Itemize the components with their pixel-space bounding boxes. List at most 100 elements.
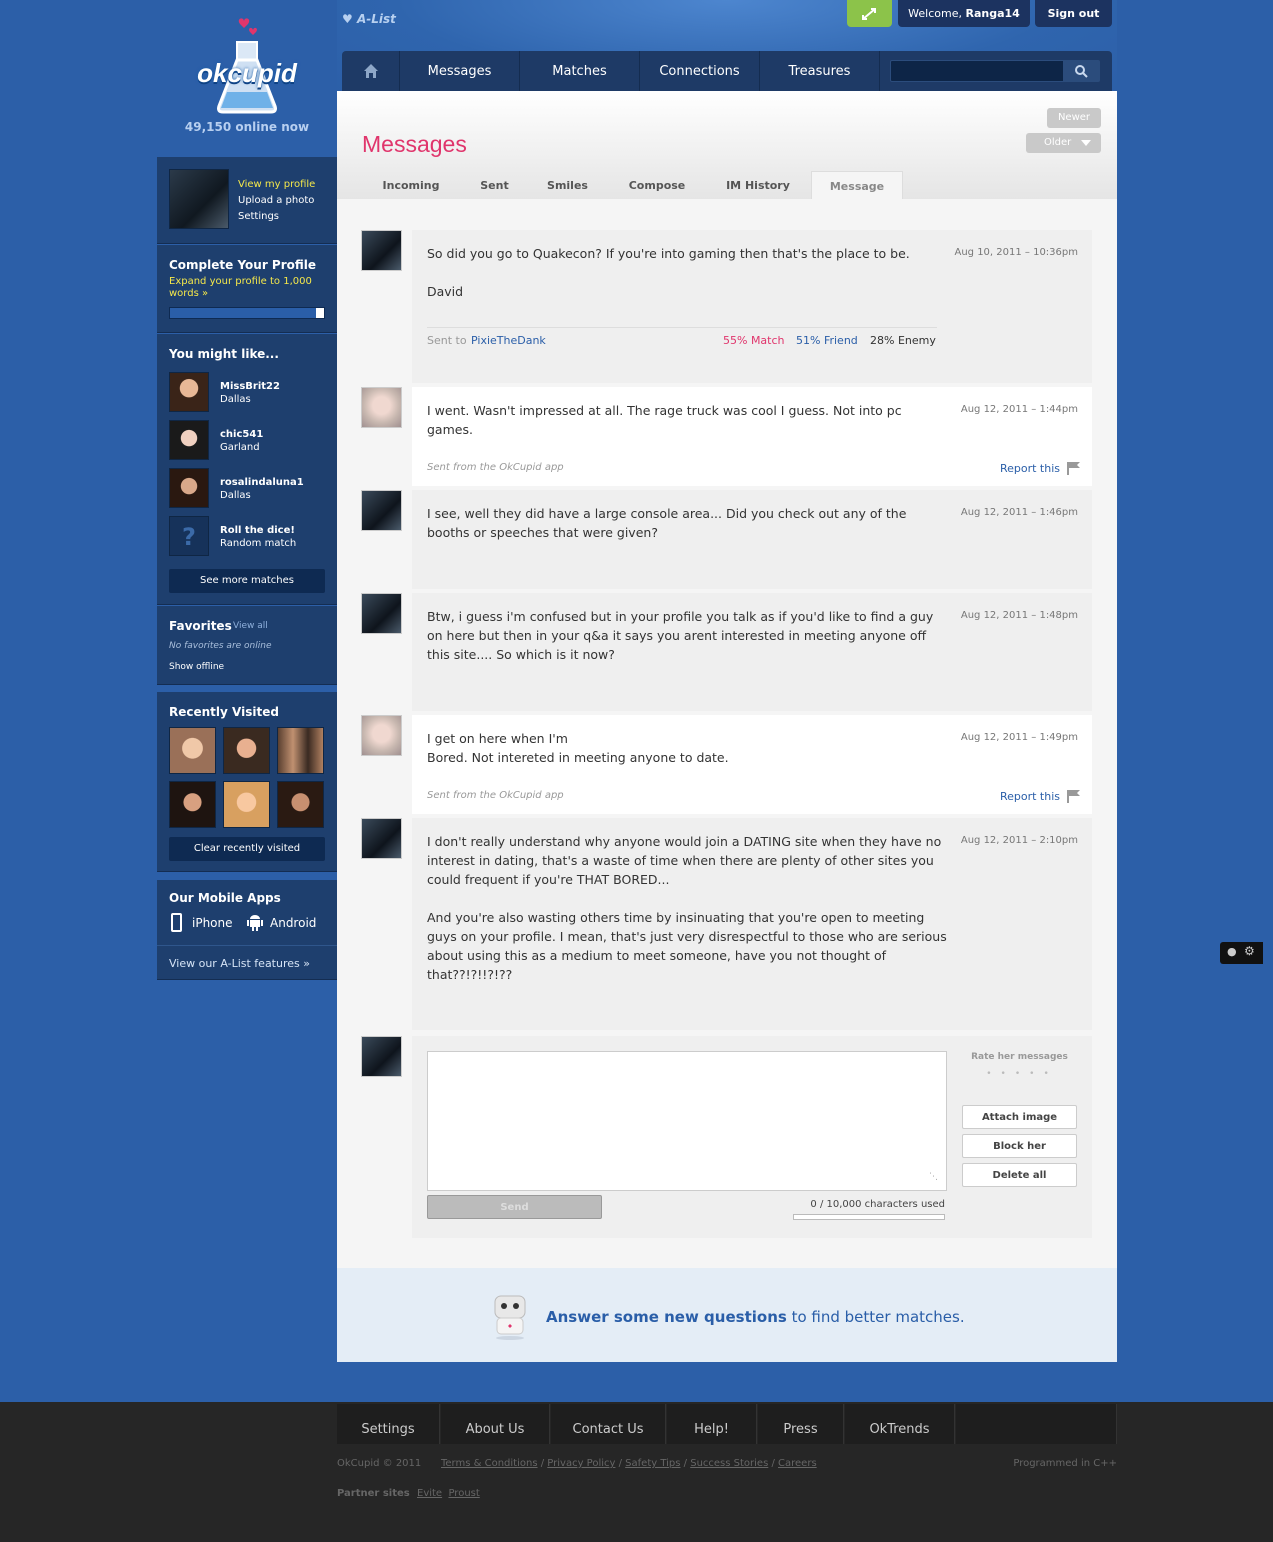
programmed-in: Programmed in C++ — [1013, 1458, 1117, 1469]
sender-avatar[interactable] — [361, 593, 402, 634]
footer-settings[interactable]: Settings — [337, 1404, 440, 1444]
sender-avatar[interactable] — [361, 230, 402, 271]
tab-im-history[interactable]: IM History — [712, 171, 804, 199]
rating-stars[interactable]: ••••• — [982, 1069, 1062, 1079]
search-input[interactable] — [890, 60, 1100, 82]
evite-link[interactable]: Evite — [417, 1488, 442, 1499]
older-button[interactable]: Older — [1026, 133, 1101, 153]
chat-icon[interactable]: ● — [1227, 945, 1237, 958]
tab-incoming[interactable]: Incoming — [370, 171, 452, 199]
gear-icon[interactable]: ⚙ — [1244, 944, 1255, 958]
match-name[interactable]: chic541 — [220, 429, 263, 440]
robot-mascot-icon — [487, 1290, 533, 1340]
send-button[interactable]: Send — [427, 1195, 602, 1219]
match-city: Garland — [220, 442, 260, 453]
nav-messages[interactable]: Messages — [400, 51, 520, 91]
promo-text[interactable]: Answer some new questions to find better… — [546, 1308, 965, 1326]
search-icon[interactable] — [1063, 61, 1099, 81]
sign-out-button[interactable]: Sign out — [1035, 0, 1112, 27]
promo-rest: to find better matches. — [791, 1308, 965, 1326]
flag-icon[interactable] — [1066, 461, 1082, 475]
recent-avatar[interactable] — [169, 781, 216, 828]
message-item: I went. Wasn't impressed at all. The rag… — [412, 387, 1092, 486]
recent-avatar[interactable] — [277, 781, 324, 828]
recent-avatar[interactable] — [169, 727, 216, 774]
username[interactable]: Ranga14 — [965, 7, 1019, 20]
see-more-matches-button[interactable]: See more matches — [169, 569, 325, 593]
careers-link[interactable]: Careers — [778, 1458, 817, 1469]
expand-profile-link[interactable]: Expand your profile to 1,000 words » — [169, 276, 325, 300]
match-name[interactable]: MissBrit22 — [220, 381, 280, 392]
sender-avatar[interactable] — [361, 818, 402, 859]
settings-link[interactable]: Settings — [238, 211, 279, 222]
recent-avatar[interactable] — [277, 727, 324, 774]
tab-compose[interactable]: Compose — [614, 171, 700, 199]
message-date: Aug 12, 2011 – 1:48pm — [960, 610, 1078, 621]
terms-link[interactable]: Terms & Conditions — [441, 1458, 538, 1469]
nav-treasures[interactable]: Treasures — [760, 51, 880, 91]
recent-avatar[interactable] — [223, 781, 270, 828]
roll-dice-link[interactable]: Roll the dice! — [220, 525, 295, 536]
nav-connections[interactable]: Connections — [640, 51, 760, 91]
match-avatar[interactable] — [169, 420, 209, 460]
newer-button[interactable]: Newer — [1047, 108, 1101, 128]
alist-link[interactable]: ♥ A-List — [342, 12, 396, 26]
nav-matches[interactable]: Matches — [520, 51, 640, 91]
recently-visited-title: Recently Visited — [169, 705, 279, 719]
recipient-avatar[interactable] — [361, 715, 402, 756]
app-sent-note: Sent from the OkCupid app — [427, 790, 564, 801]
mobile-apps-panel: Our Mobile Apps iPhone Android View our … — [157, 880, 337, 980]
iphone-icon[interactable] — [171, 913, 182, 932]
view-profile-link[interactable]: View my profile — [238, 179, 315, 190]
match-name[interactable]: rosalindaluna1 — [220, 477, 304, 488]
recent-avatar[interactable] — [223, 727, 270, 774]
report-link[interactable]: Report this — [1000, 462, 1060, 475]
flag-icon[interactable] — [1066, 789, 1082, 803]
clear-recently-visited-button[interactable]: Clear recently visited — [169, 837, 325, 861]
match-avatar[interactable] — [169, 372, 209, 412]
upload-photo-link[interactable]: Upload a photo — [238, 195, 314, 206]
show-offline-link[interactable]: Show offline — [169, 662, 224, 672]
success-stories-link[interactable]: Success Stories — [690, 1458, 768, 1469]
footer-help[interactable]: Help! — [667, 1404, 757, 1444]
safety-link[interactable]: Safety Tips — [625, 1458, 680, 1469]
sender-avatar[interactable] — [361, 490, 402, 531]
tab-smiles[interactable]: Smiles — [535, 171, 600, 199]
resize-handle-icon[interactable]: ⋱ — [929, 1172, 938, 1182]
arrows-icon[interactable] — [847, 0, 892, 27]
chat-widget[interactable]: ● ⚙ — [1220, 942, 1263, 964]
complete-profile-title: Complete Your Profile — [169, 258, 317, 272]
favorites-view-all-link[interactable]: View all — [233, 621, 268, 631]
my-avatar[interactable] — [169, 169, 229, 229]
heart-icon: ♥ — [342, 12, 353, 26]
privacy-link[interactable]: Privacy Policy — [547, 1458, 615, 1469]
questions-promo: Answer some new questions to find better… — [337, 1268, 1117, 1362]
recipient-avatar[interactable] — [361, 387, 402, 428]
home-icon[interactable] — [342, 51, 400, 91]
report-link[interactable]: Report this — [1000, 790, 1060, 803]
promo-strong[interactable]: Answer some new questions — [546, 1308, 787, 1326]
older-label: Older — [1044, 137, 1072, 148]
recipient-link[interactable]: PixieTheDank — [471, 334, 546, 347]
no-favorites-text: No favorites are online — [169, 641, 272, 651]
match-avatar[interactable] — [169, 468, 209, 508]
delete-all-button[interactable]: Delete all — [962, 1163, 1077, 1187]
footer-press[interactable]: Press — [758, 1404, 844, 1444]
copyright: OkCupid © 2011 — [337, 1458, 422, 1469]
message-text: I went. Wasn't impressed at all. The rag… — [427, 403, 906, 437]
message-date: Aug 10, 2011 – 10:36pm — [954, 247, 1078, 258]
alist-features-link[interactable]: View our A-List features » — [169, 957, 310, 970]
proust-link[interactable]: Proust — [448, 1488, 479, 1499]
footer-about[interactable]: About Us — [441, 1404, 550, 1444]
question-mark-icon[interactable]: ? — [169, 516, 209, 556]
tab-message[interactable]: Message — [811, 171, 903, 199]
block-button[interactable]: Block her — [962, 1134, 1077, 1158]
iphone-link[interactable]: iPhone — [192, 916, 233, 930]
attach-image-button[interactable]: Attach image — [962, 1105, 1077, 1129]
footer-contact[interactable]: Contact Us — [551, 1404, 666, 1444]
tab-sent[interactable]: Sent — [462, 171, 527, 199]
reply-textarea[interactable]: ⋱ — [427, 1051, 947, 1191]
footer-oktrends[interactable]: OkTrends — [845, 1404, 955, 1444]
android-link[interactable]: Android — [270, 916, 316, 930]
android-icon[interactable] — [247, 913, 263, 931]
